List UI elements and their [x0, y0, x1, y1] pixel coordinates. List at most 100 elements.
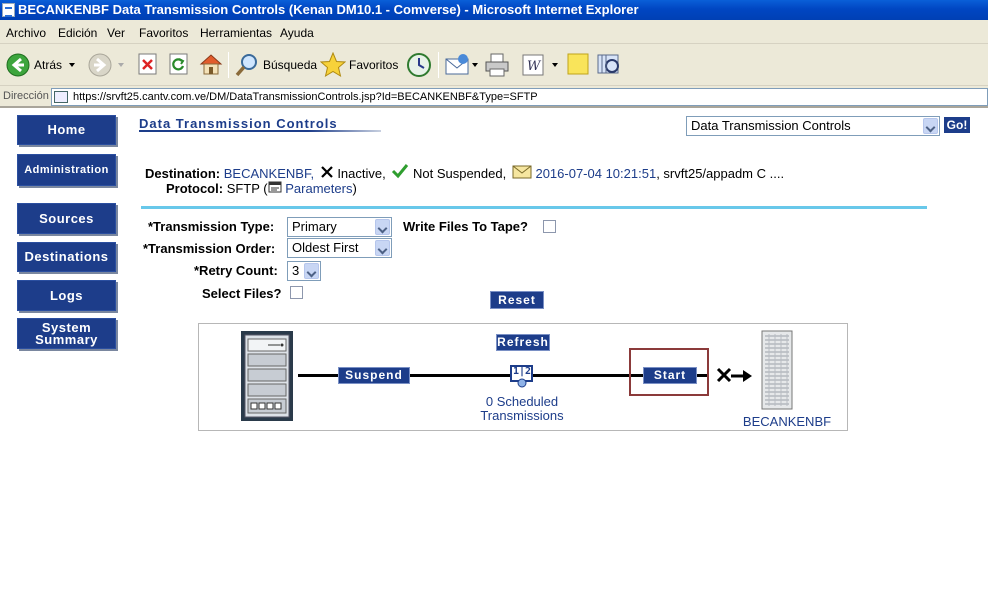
home-icon	[199, 54, 223, 75]
destination-server-label: BECANKENBF	[742, 414, 832, 429]
address-input[interactable]: https://srvft25.cantv.com.ve/DM/DataTran…	[51, 88, 988, 106]
browser-toolbar: Atrás Búsqueda Favoritos W	[0, 44, 988, 86]
word-edit-icon: W	[522, 54, 544, 76]
refresh-queue-button[interactable]: Refresh	[496, 334, 550, 351]
chevron-down-icon	[375, 240, 390, 256]
retry-count-label: *Retry Count:	[194, 263, 278, 278]
destination-line: Destination: BECANKENBF, Inactive, Not S…	[145, 163, 784, 181]
edit-dropdown-icon[interactable]	[552, 63, 558, 67]
menu-archivo[interactable]: Archivo	[6, 26, 46, 40]
forward-dropdown-icon[interactable]	[118, 63, 124, 67]
window-titlebar: BECANKENBF Data Transmission Controls (K…	[0, 0, 988, 20]
retry-count-value: 3	[292, 263, 300, 278]
mail-icon	[445, 54, 469, 75]
address-url: https://srvft25.cantv.com.ve/DM/DataTran…	[73, 91, 538, 103]
research-icon	[597, 54, 619, 74]
menu-ayuda[interactable]: Ayuda	[280, 26, 314, 40]
destination-name-link[interactable]: BECANKENBF,	[224, 166, 314, 181]
start-button[interactable]: Start	[643, 367, 697, 384]
note-icon	[567, 53, 589, 75]
nav-sources-button[interactable]: Sources	[17, 203, 116, 234]
chevron-down-icon	[923, 118, 938, 134]
refresh-icon	[169, 53, 188, 75]
suspend-button[interactable]: Suspend	[338, 367, 410, 384]
nav-destinations-button[interactable]: Destinations	[17, 242, 116, 272]
search-icon	[235, 54, 257, 77]
printer-icon	[485, 53, 509, 77]
window-title: BECANKENBF Data Transmission Controls (K…	[18, 2, 639, 17]
go-button[interactable]: Go!	[944, 117, 970, 133]
title-underline	[139, 130, 381, 132]
disconnected-x-icon	[716, 367, 732, 383]
discuss-button[interactable]	[566, 52, 590, 78]
edit-button[interactable]: W	[520, 52, 560, 78]
transmission-order-label: *Transmission Order:	[143, 241, 276, 256]
nav-administration-button[interactable]: Administration	[17, 154, 116, 186]
page-title: Data Transmission Controls	[139, 116, 338, 131]
menu-herramientas[interactable]: Herramientas	[200, 26, 272, 40]
write-files-label: Write Files To Tape?	[403, 219, 528, 234]
research-button[interactable]	[596, 52, 622, 78]
envelope-icon	[512, 165, 532, 179]
select-files-checkbox[interactable]	[290, 286, 303, 299]
destination-status: Inactive,	[337, 166, 386, 181]
retry-count-select[interactable]: 3	[287, 261, 321, 281]
transmission-type-value: Primary	[292, 219, 337, 234]
section-divider	[141, 206, 927, 209]
stop-button[interactable]	[137, 52, 159, 78]
write-files-checkbox[interactable]	[543, 220, 556, 233]
menu-ver[interactable]: Ver	[107, 26, 125, 40]
search-label: Búsqueda	[263, 58, 318, 72]
nav-system-summary-button[interactable]: System Summary	[17, 318, 116, 349]
suspended-status: Not Suspended,	[412, 166, 507, 181]
transmission-type-select[interactable]: Primary	[287, 217, 392, 237]
history-clock-icon	[407, 53, 431, 77]
refresh-button[interactable]	[168, 52, 190, 78]
page-select-value: Data Transmission Controls	[691, 118, 851, 133]
transmission-diagram: Suspend Refresh 1|2 0 Scheduled Transmis…	[198, 323, 848, 431]
page-select[interactable]: Data Transmission Controls	[686, 116, 940, 136]
scheduled-count-line1: 0 Scheduled	[485, 394, 559, 409]
chevron-down-icon	[304, 263, 319, 279]
toolbar-separator	[438, 52, 439, 78]
nav-logs-button[interactable]: Logs	[17, 280, 116, 311]
home-toolbar-button[interactable]	[199, 52, 223, 78]
destination-timestamp-link[interactable]: 2016-07-04 10:21:51	[535, 166, 656, 181]
check-icon	[392, 164, 409, 179]
reset-button[interactable]: Reset	[490, 291, 544, 309]
destination-label: Destination:	[145, 166, 221, 181]
menu-favoritos[interactable]: Favoritos	[139, 26, 188, 40]
destination-server-icon	[761, 330, 793, 410]
print-button[interactable]	[484, 52, 510, 78]
back-button[interactable]: Atrás	[6, 52, 78, 78]
history-button[interactable]	[406, 52, 432, 78]
inactive-x-icon	[320, 166, 333, 178]
mail-button[interactable]	[444, 52, 478, 78]
back-dropdown-icon[interactable]	[69, 63, 75, 67]
scheduled-count-line2: Transmissions	[480, 408, 564, 423]
nav-home-button[interactable]: Home	[17, 115, 116, 145]
parameters-link[interactable]: Parameters	[285, 181, 352, 196]
protocol-line: Protocol: SFTP ( Parameters)	[166, 181, 357, 196]
back-arrow-icon	[6, 53, 30, 77]
mail-dropdown-icon[interactable]	[472, 63, 478, 67]
menu-bar: Archivo Edición Ver Favoritos Herramient…	[0, 20, 988, 44]
queue-icon-text: 1|2	[512, 366, 532, 377]
svg-text:W: W	[527, 59, 542, 74]
nav-system-summary-line2: Summary	[35, 331, 98, 347]
address-bar: Dirección https://srvft25.cantv.com.ve/D…	[0, 86, 988, 108]
protocol-close: )	[352, 181, 357, 196]
parameters-window-icon	[268, 181, 282, 193]
stop-icon	[138, 53, 157, 75]
search-button[interactable]: Búsqueda	[234, 52, 318, 78]
favorites-button[interactable]: Favoritos	[320, 52, 398, 78]
favorites-label: Favoritos	[349, 58, 399, 72]
forward-button[interactable]	[88, 52, 128, 78]
forward-arrow-icon	[88, 53, 112, 77]
source-server-icon	[241, 331, 293, 421]
menu-edicion[interactable]: Edición	[58, 26, 97, 40]
transmission-type-label: *Transmission Type:	[148, 219, 275, 234]
address-label: Dirección	[3, 90, 49, 102]
transmission-order-select[interactable]: Oldest First	[287, 238, 392, 258]
transmission-order-value: Oldest First	[292, 240, 359, 255]
